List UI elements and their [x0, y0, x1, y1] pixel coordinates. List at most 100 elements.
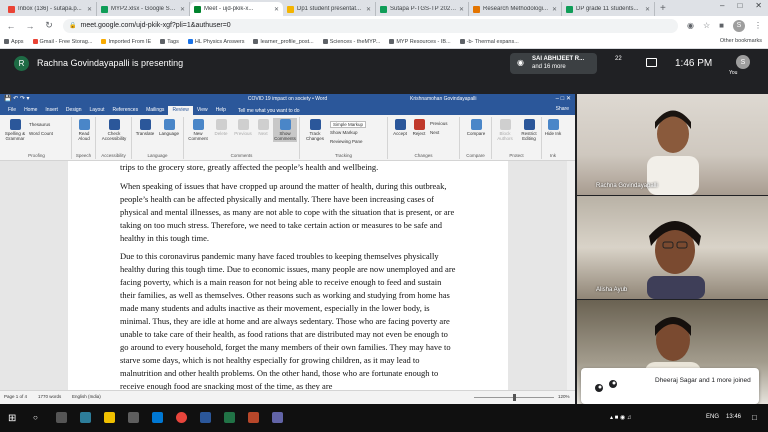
ribbon-tab-view[interactable]: View — [193, 106, 212, 115]
vertical-scrollbar[interactable] — [567, 161, 575, 390]
ribbon-tab-insert[interactable]: Insert — [41, 106, 62, 115]
excel-icon[interactable] — [224, 412, 235, 423]
next-comment-button[interactable]: Next — [255, 119, 271, 136]
word-count-button[interactable]: Word Count — [29, 131, 53, 136]
reload-icon[interactable]: ↻ — [44, 20, 54, 31]
document-body[interactable]: trips to the grocery store, greatly affe… — [120, 161, 456, 390]
language-indicator[interactable]: English (India) — [72, 394, 101, 399]
track-changes-button[interactable]: Track Changes — [303, 119, 327, 141]
new-comment-button[interactable]: New Comment — [187, 119, 209, 141]
browser-tab[interactable]: Meet - ujd-pkik-x... ✕ — [190, 2, 283, 16]
tab-close-icon[interactable]: ✕ — [552, 6, 557, 13]
ribbon-tab-file[interactable]: File — [4, 106, 20, 115]
tab-close-icon[interactable]: ✕ — [366, 6, 371, 13]
bookmark-item[interactable]: Imported From IE — [101, 39, 151, 45]
tell-me-search[interactable]: Tell me what you want to do — [238, 108, 300, 115]
word-count-indicator[interactable]: 1770 words — [38, 394, 61, 399]
address-bar[interactable]: 🔒 meet.google.com/ujd-pkik-xgf?pli=1&aut… — [63, 18, 678, 33]
tab-close-icon[interactable]: ✕ — [87, 6, 92, 13]
next-change-button[interactable]: Next — [430, 130, 439, 135]
edge-icon[interactable] — [80, 412, 91, 423]
check-accessibility-button[interactable]: Check Accessibility — [98, 119, 130, 141]
translate-button[interactable]: Translate — [134, 119, 156, 136]
reviewing-pane-button[interactable]: Reviewing Pane — [330, 139, 363, 144]
new-tab-button[interactable]: + — [660, 2, 666, 16]
taskbar-clock[interactable]: 13:46 — [726, 414, 741, 420]
reject-button[interactable]: Reject — [410, 119, 428, 136]
back-icon[interactable]: ← — [6, 21, 16, 31]
compare-button[interactable]: Compare — [462, 119, 490, 136]
delete-comment-button[interactable]: Delete — [211, 119, 231, 136]
search-icon[interactable]: ○ — [33, 413, 38, 422]
browser-tab[interactable]: DP grade 11 students... ✕ — [562, 2, 655, 16]
system-tray-icons[interactable]: ▴ ■ ◉ ♫ — [610, 414, 631, 421]
tab-close-icon[interactable]: ✕ — [180, 6, 185, 13]
menu-icon[interactable]: ⋮ — [754, 21, 762, 30]
browser-tab[interactable]: Research Methodologi... ✕ — [469, 2, 562, 16]
accept-button[interactable]: Accept — [390, 119, 410, 136]
ribbon-tab-help[interactable]: Help — [212, 106, 230, 115]
show-markup-button[interactable]: Show Markup — [330, 130, 358, 135]
read-aloud-button[interactable]: Read Aloud — [73, 119, 95, 141]
bookmark-item[interactable]: MYP Resources - IB... — [389, 39, 451, 45]
notification-icon[interactable]: □ — [752, 413, 757, 422]
browser-tab[interactable]: Sutapa P-TGS-TP 2020... ✕ — [376, 2, 469, 16]
zoom-slider-thumb[interactable] — [513, 394, 516, 401]
file-explorer-icon[interactable] — [104, 412, 115, 423]
participant-tile[interactable]: Alisha Ayub — [577, 196, 768, 299]
forward-icon[interactable]: → — [25, 21, 35, 31]
participant-tile[interactable]: Rachna Govindayapalli — [577, 94, 768, 195]
thesaurus-button[interactable]: Thesaurus — [29, 122, 50, 127]
browser-tab[interactable]: Inbox (136) - sutapa.p... ✕ — [4, 2, 97, 16]
other-bookmarks[interactable]: Other bookmarks — [720, 38, 762, 44]
show-comments-button[interactable]: Show Comments — [273, 118, 297, 142]
extension-icon[interactable]: ■ — [719, 21, 724, 30]
ribbon-tab-layout[interactable]: Layout — [86, 106, 109, 115]
task-view-icon[interactable] — [56, 412, 67, 423]
bookmark-item[interactable]: Sciences - theMYP... — [322, 39, 380, 45]
people-count[interactable]: 22 — [615, 56, 622, 62]
minimize-icon[interactable]: – — [720, 1, 724, 10]
windows-start-icon[interactable]: ⊞ — [8, 413, 16, 424]
ribbon-tab-home[interactable]: Home — [20, 106, 41, 115]
previous-comment-button[interactable]: Previous — [232, 119, 254, 136]
teams-icon[interactable] — [272, 412, 283, 423]
previous-change-button[interactable]: Previous — [430, 121, 448, 126]
share-button[interactable]: Share — [556, 106, 569, 112]
close-icon[interactable]: ✕ — [755, 1, 762, 10]
browser-tab[interactable]: Dp1 student presentat... ✕ — [283, 2, 376, 16]
self-avatar[interactable]: S — [736, 55, 750, 69]
word-window-controls[interactable]: – □ ✕ — [556, 95, 571, 102]
maximize-icon[interactable]: □ — [737, 1, 742, 10]
input-language[interactable]: ENG — [706, 414, 719, 420]
chrome-icon[interactable] — [176, 412, 187, 423]
document-paragraph[interactable]: Due to this coronavirus pandemic many ha… — [120, 250, 456, 390]
spelling-grammar-button[interactable]: Spelling & Grammar — [3, 119, 27, 141]
document-page[interactable]: trips to the grocery store, greatly affe… — [68, 161, 508, 390]
camera-icon[interactable]: ◉ — [687, 21, 694, 30]
ribbon-tab-references[interactable]: References — [109, 106, 143, 115]
hide-ink-button[interactable]: Hide Ink — [543, 119, 563, 136]
ribbon-tab-mailings[interactable]: Mailings — [142, 106, 168, 115]
bookmark-item[interactable]: Apps — [4, 39, 24, 45]
star-icon[interactable]: ☆ — [703, 21, 710, 30]
powerpoint-icon[interactable] — [248, 412, 259, 423]
active-speaker-chip[interactable]: ◉ SAI ABHIJEET R... and 16 more — [510, 53, 597, 74]
document-paragraph[interactable]: trips to the grocery store, greatly affe… — [120, 161, 456, 174]
profile-avatar[interactable]: S — [733, 19, 745, 32]
store-icon[interactable] — [128, 412, 139, 423]
bookmark-item[interactable]: -b- Thermal expans... — [459, 39, 519, 45]
document-paragraph[interactable]: When speaking of issues that have croppe… — [120, 180, 456, 245]
mail-icon[interactable] — [152, 412, 163, 423]
language-button[interactable]: Language — [157, 119, 181, 136]
bookmark-item[interactable]: HL Physics Answers — [187, 39, 244, 45]
join-notification[interactable]: Dheeraj Sagar and 1 more joined — [581, 368, 759, 404]
block-authors-button[interactable]: Block Authors — [494, 119, 516, 141]
chat-icon[interactable] — [646, 58, 657, 67]
browser-tab[interactable]: MYP2.xlsx - Google Sh... ✕ — [97, 2, 190, 16]
tab-close-icon[interactable]: ✕ — [459, 6, 464, 13]
markup-dropdown[interactable]: Simple Markup — [330, 121, 367, 128]
restrict-editing-button[interactable]: Restrict Editing — [517, 119, 541, 141]
bookmark-item[interactable]: Tags — [160, 39, 179, 45]
bookmark-item[interactable]: Gmail - Free Storag... — [32, 39, 92, 45]
